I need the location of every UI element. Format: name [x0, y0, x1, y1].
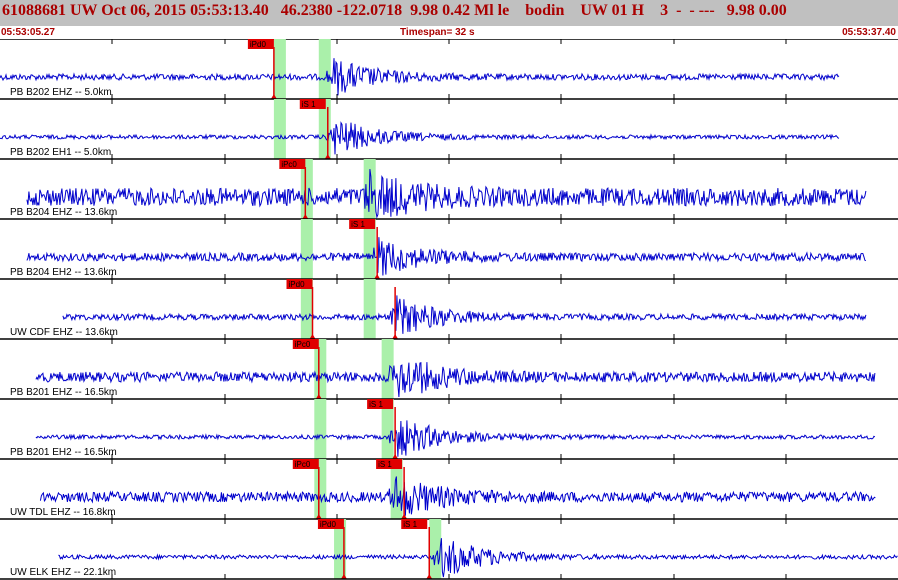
station-label: UW CDF EHZ -- 13.6km [10, 327, 118, 338]
s-pick-label: iS 1 [369, 400, 383, 409]
arrival-window [429, 519, 442, 579]
event-title: 61088681 UW Oct 06, 2015 05:53:13.40 46.… [2, 2, 787, 19]
station-label: PB B201 EHZ -- 16.5km [10, 387, 117, 398]
station-label: PB B204 EHZ -- 13.6km [10, 207, 117, 218]
arrival-window [363, 279, 376, 339]
station-label: PB B204 EH2 -- 13.6km [10, 267, 117, 278]
s-pick-label: iS 1 [403, 520, 417, 529]
arrival-window [314, 399, 327, 459]
station-label: PB B202 EH1 -- 5.0km [10, 147, 111, 158]
waveform-trace [39, 476, 876, 516]
waveform-trace [0, 58, 840, 96]
waveform-trace [26, 237, 867, 276]
station-label: PB B201 EH2 -- 16.5km [10, 447, 117, 458]
arrival-window [300, 219, 313, 279]
p-pick-label: iPc0 [281, 160, 297, 169]
seismogram-panel[interactable]: iPd0 PB B202 EHZ -- 5.0km iS 1 PB B202 EH1 … [0, 39, 898, 580]
waveform-trace [0, 121, 840, 155]
waveform-trace [26, 169, 867, 219]
p-pick-label: iPd0 [250, 40, 267, 49]
timespan-label: Timespan= 32 s [400, 27, 475, 38]
arrival-window [273, 99, 286, 159]
s-pick-label: iS 1 [351, 220, 365, 229]
p-pick-label: iPd0 [289, 280, 306, 289]
s-pick-label: iS 1 [378, 460, 392, 469]
arrival-window [318, 39, 331, 99]
waveform-trace [58, 538, 898, 578]
arrival-window [273, 39, 286, 99]
p-pick-label: iPc0 [295, 340, 311, 349]
s-pick-label: iS 1 [302, 100, 316, 109]
station-label: UW TDL EHZ -- 16.8km [10, 507, 116, 518]
waveform-trace [62, 295, 867, 334]
station-label: UW ELK EHZ -- 22.1km [10, 567, 116, 578]
waveform-trace [35, 420, 876, 457]
p-pick-label: iPc0 [295, 460, 311, 469]
station-label: PB B202 EHZ -- 5.0km [10, 87, 112, 98]
p-pick-label: iPd0 [320, 520, 337, 529]
event-header: 61088681 UW Oct 06, 2015 05:53:13.40 46.… [0, 0, 898, 26]
start-time: 05:53:05.27 [1, 27, 55, 38]
end-time: 05:53:37.40 [842, 27, 896, 38]
waveform-trace [35, 361, 876, 398]
